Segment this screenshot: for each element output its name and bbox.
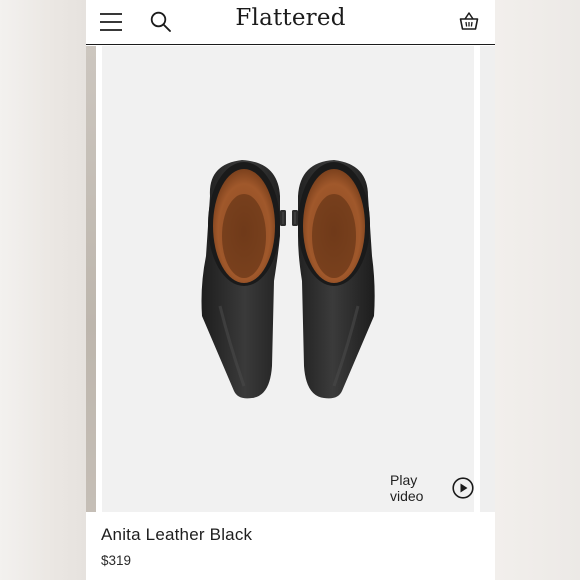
background-left	[0, 0, 86, 580]
search-icon[interactable]	[150, 11, 172, 33]
play-video-label: Play video	[390, 472, 424, 504]
play-video-button[interactable]: Play video	[390, 472, 474, 504]
product-image[interactable]: Play video	[102, 46, 474, 512]
product-page: Flattered Play video Anita Leather Black…	[86, 0, 495, 580]
product-name[interactable]: Anita Leather Black	[101, 525, 252, 545]
product-image-gallery[interactable]: Play video	[86, 46, 495, 512]
shopping-basket-icon[interactable]	[459, 11, 479, 31]
ankle-boots-illustration	[201, 160, 375, 399]
product-price: $319	[101, 553, 132, 568]
previous-image-peek[interactable]	[86, 46, 96, 512]
next-image-peek[interactable]	[480, 46, 495, 512]
brand-logo[interactable]: Flattered	[86, 5, 495, 31]
hamburger-menu-icon[interactable]	[100, 12, 122, 32]
background-right	[495, 0, 580, 580]
play-circle-icon	[452, 477, 474, 499]
site-header: Flattered	[86, 0, 495, 45]
